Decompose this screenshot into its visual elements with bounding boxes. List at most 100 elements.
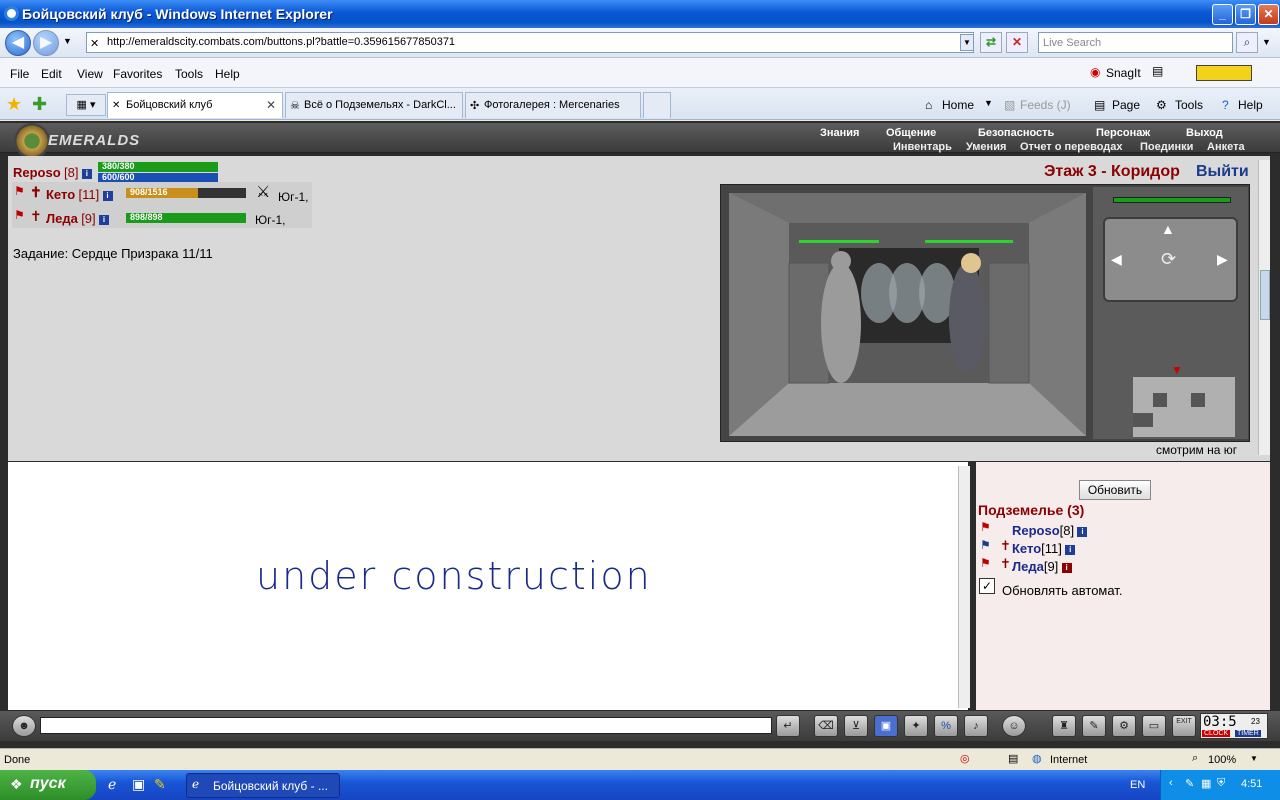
turn-right-icon[interactable]: ▶ [1217,251,1228,268]
menu-skills[interactable]: Умения [966,141,1006,153]
player-name[interactable]: Reposo [13,165,61,180]
percent-icon[interactable]: % [934,715,958,737]
chat-input[interactable] [40,717,772,734]
move-forward-icon[interactable]: ▲ [1161,221,1175,237]
search-options-icon[interactable]: ▼ [1262,37,1271,47]
eraser-icon[interactable]: ⌫ [814,715,838,737]
menu-communication[interactable]: Общение [886,127,936,139]
menu-favorites[interactable]: Favorites [113,67,162,81]
upper-scrollbar[interactable] [1258,160,1270,455]
search-icon[interactable]: ⌕ [1236,32,1258,53]
help-menu-icon[interactable]: ? [1222,98,1229,112]
page-menu-icon[interactable]: ▤ [1094,98,1105,112]
menu-view[interactable]: View [77,67,103,81]
url-dropdown-icon[interactable]: ▼ [960,34,974,51]
language-indicator[interactable]: EN [1130,779,1145,791]
menu-edit[interactable]: Edit [41,67,62,81]
auto-refresh-checkbox[interactable]: ✓ [979,578,995,594]
zoom-icon[interactable]: ⌕ [1192,752,1198,765]
maximize-button[interactable]: ❐ [1235,4,1256,25]
exit-icon[interactable]: EXIT [1172,715,1196,737]
menu-tools[interactable]: Tools [175,67,203,81]
home-button[interactable]: Home [942,98,974,112]
search-input[interactable]: Live Search [1038,32,1233,53]
walk-icon[interactable]: ✦ [904,715,928,737]
privacy-icon[interactable]: ◎ [960,752,970,765]
home-icon[interactable]: ⌂ [925,98,932,112]
desktop-quicklaunch-icon[interactable]: ▣ [132,776,145,793]
history-dropdown-icon[interactable]: ▼ [63,36,72,46]
tools-menu-icon[interactable]: ⚙ [1156,98,1167,112]
sound-icon[interactable]: ♪ [964,715,988,737]
tools-menu-button[interactable]: Tools [1175,98,1203,112]
party-name[interactable]: Кето [46,187,75,202]
snagit-icon[interactable]: ◉ [1090,65,1100,79]
scroll-icon[interactable]: ✎ [1082,715,1106,737]
member-info-icon[interactable]: i [1065,544,1076,555]
taskbar-item-ie[interactable]: Бойцовский клуб - ... [186,773,340,798]
menu-transfer-report[interactable]: Отчет о переводах [1020,141,1123,153]
app-quicklaunch-icon[interactable]: ✎ [154,776,166,793]
tab-dungeons[interactable]: Всё о Подземельях - DarkCl... [285,92,463,118]
forward-button[interactable]: ▶ [33,30,59,56]
zoom-level[interactable]: 100% [1208,754,1236,766]
tray-arrow-icon[interactable]: ‹ [1169,777,1173,789]
menu-security[interactable]: Безопасность [978,127,1054,139]
bag-icon[interactable]: ♜ [1052,715,1076,737]
home-dropdown-icon[interactable]: ▼ [984,98,993,108]
favorites-star-icon[interactable]: ★ [6,94,22,115]
corridor-3d-view[interactable] [729,193,1086,436]
add-favorite-icon[interactable]: ✚ [32,94,47,115]
menu-profile[interactable]: Анкета [1207,141,1245,153]
member-info-icon[interactable]: i [1061,562,1072,573]
help-menu-button[interactable]: Help [1238,98,1263,112]
url-input[interactable]: http://emeraldscity.combats.com/buttons.… [86,32,974,53]
menu-help[interactable]: Help [215,67,240,81]
tray-app-icon[interactable]: ✎ [1185,777,1194,790]
menu-inventory[interactable]: Инвентарь [893,141,952,153]
tray-security-icon[interactable]: ⛨ [1217,777,1225,790]
refresh-icon[interactable]: ⇄ [980,32,1002,53]
gears-icon[interactable]: ⚙ [1112,715,1136,737]
tab-close-icon[interactable]: ✕ [266,98,276,112]
menu-character[interactable]: Персонаж [1096,127,1150,139]
new-tab-button[interactable] [643,92,671,118]
tab-fight-club[interactable]: Бойцовский клуб ✕ [107,92,283,118]
party-info-icon[interactable]: i [99,214,109,225]
tab-gallery[interactable]: Фотогалерея : Mercenaries [465,92,641,118]
lock-icon[interactable]: ▭ [1142,715,1166,737]
send-icon[interactable]: ↵ [776,715,800,737]
member-name[interactable]: Reposo [1012,523,1060,538]
snagit-capture-icon[interactable]: ▤ [1152,64,1163,78]
close-button[interactable]: ✕ [1258,4,1279,25]
save-log-icon[interactable]: ▣ [874,715,898,737]
member-name[interactable]: Леда [1012,559,1044,574]
snagit-label[interactable]: SnagIt [1106,66,1141,80]
player-info-icon[interactable]: i [81,168,92,179]
navigation-compass[interactable]: ▲ ◀ ▶ ⟳ [1103,217,1238,302]
chat-mode-icon[interactable]: ☻ [12,715,36,737]
minimize-button[interactable]: _ [1212,4,1233,25]
smiley-icon[interactable]: ☺ [1002,715,1026,737]
zoom-dropdown-icon[interactable]: ▼ [1250,754,1258,763]
page-menu-button[interactable]: Page [1112,98,1140,112]
quick-tabs-icon[interactable]: ▦ ▾ [66,94,106,116]
menu-file[interactable]: File [10,67,29,81]
tray-network-icon[interactable]: ▦ [1201,777,1211,790]
party-name[interactable]: Леда [46,211,78,226]
member-name[interactable]: Кето [1012,541,1041,556]
menu-exit[interactable]: Выход [1186,127,1223,139]
lower-scrollbar[interactable] [958,466,970,708]
party-info-icon[interactable]: i [102,190,113,201]
feeds-button[interactable]: Feeds (J) [1020,98,1071,112]
stop-icon[interactable]: ✕ [1006,32,1028,53]
dungeon-exit-link[interactable]: Выйти [1196,163,1249,181]
refresh-view-icon[interactable]: ⟳ [1161,249,1176,270]
member-info-icon[interactable]: i [1077,526,1088,537]
menu-fights[interactable]: Поединки [1140,141,1193,153]
turn-left-icon[interactable]: ◀ [1111,251,1122,268]
back-button[interactable]: ◀ [5,30,31,56]
clock-timer-widget[interactable]: 03:5 23 CLOCK TIMER [1200,713,1268,739]
menu-knowledge[interactable]: Знания [820,127,859,139]
scroll-thumb[interactable] [1260,270,1270,320]
